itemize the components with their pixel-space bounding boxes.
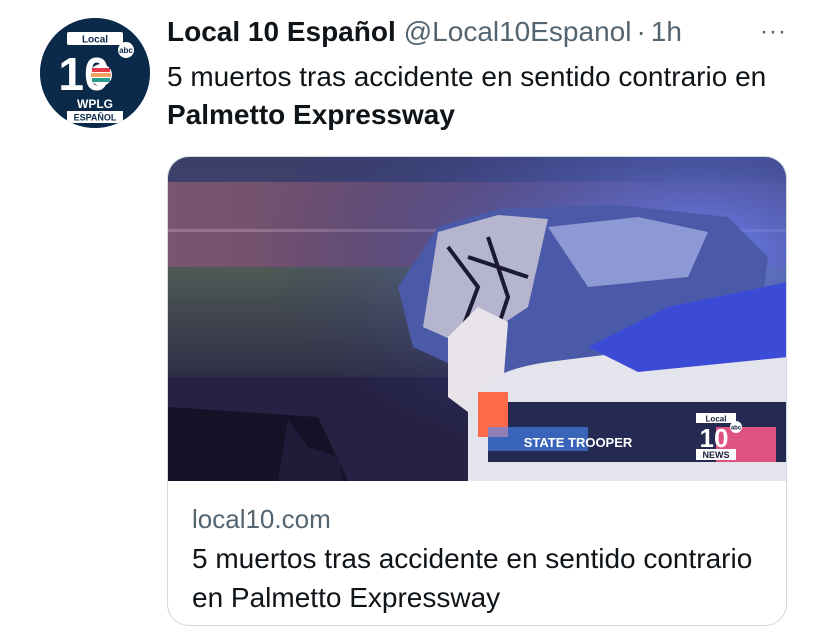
tweet-header: Local 10 Español @Local10Espanol · 1h ··… bbox=[167, 14, 807, 50]
tweet-timestamp[interactable]: 1h bbox=[651, 14, 682, 50]
svg-text:10: 10 bbox=[700, 423, 729, 453]
crash-scene-photo: STATE TROOPER Local 10 abc NEWS bbox=[168, 157, 786, 481]
local10-logo-icon: Local 10 abc WPLG ESPAÑOL bbox=[40, 18, 150, 128]
user-handle[interactable]: @Local10Espanol bbox=[404, 14, 632, 50]
svg-text:abc: abc bbox=[731, 426, 742, 432]
svg-text:NEWS: NEWS bbox=[703, 450, 730, 460]
tweet-text: 5 muertos tras accidente en sentido cont… bbox=[167, 58, 767, 134]
link-card[interactable]: STATE TROOPER Local 10 abc NEWS local10.… bbox=[167, 156, 787, 626]
tweet-text-main: 5 muertos tras accidente en sentido cont… bbox=[167, 61, 767, 92]
svg-text:Local: Local bbox=[82, 35, 108, 46]
more-options-icon[interactable]: ··· bbox=[760, 14, 787, 50]
avatar[interactable]: Local 10 abc WPLG ESPAÑOL bbox=[40, 18, 150, 128]
card-title: 5 muertos tras accidente en sentido cont… bbox=[192, 543, 753, 613]
svg-text:abc: abc bbox=[119, 46, 133, 55]
display-name[interactable]: Local 10 Español bbox=[167, 14, 396, 50]
trooper-car-text: STATE TROOPER bbox=[524, 435, 633, 450]
card-domain: local10.com bbox=[192, 504, 331, 534]
svg-text:ESPAÑOL: ESPAÑOL bbox=[74, 113, 117, 123]
separator-dot: · bbox=[636, 16, 646, 47]
svg-text:WPLG: WPLG bbox=[77, 97, 113, 111]
card-image[interactable]: STATE TROOPER Local 10 abc NEWS bbox=[168, 157, 786, 481]
tweet-text-bold: Palmetto Expressway bbox=[167, 99, 455, 130]
